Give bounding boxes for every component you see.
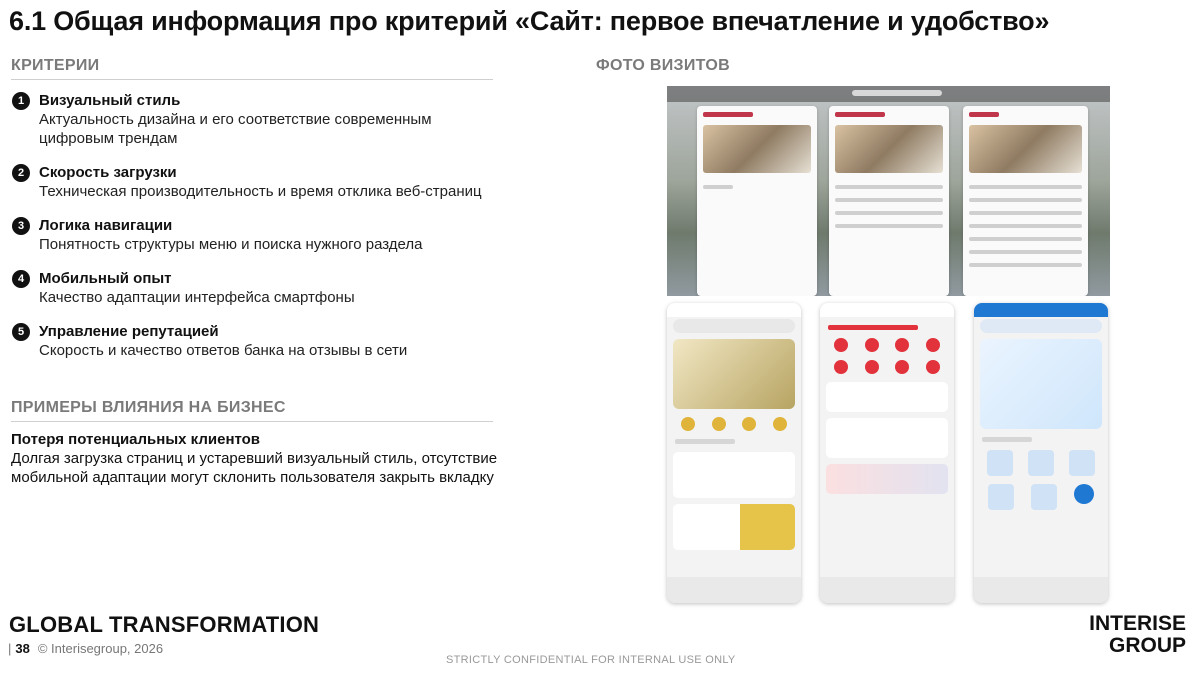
photos-heading: ФОТО ВИЗИТОВ	[596, 57, 730, 74]
criteria-desc: Актуальность дизайна и его соответствие …	[39, 111, 432, 147]
number-badge: 3	[12, 217, 30, 235]
criteria-name: Логика навигации	[39, 217, 173, 234]
criteria-desc: Качество адаптации интерфейса смартфоны	[39, 289, 355, 306]
page-title: 6.1 Общая информация про критерий «Сайт:…	[9, 6, 1050, 36]
criteria-item: 1 Визуальный стиль Актуальность дизайна и…	[12, 91, 502, 148]
confidential-note: STRICTLY CONFIDENTIAL FOR INTERNAL USE O…	[446, 654, 736, 666]
phone-visit-photo	[974, 303, 1108, 603]
number-badge: 1	[12, 92, 30, 110]
impact-block: Потеря потенциальных клиентов Долгая заг…	[11, 430, 511, 487]
number-badge: 4	[12, 270, 30, 288]
copyright: © Interisegroup, 2026	[37, 641, 164, 656]
criteria-desc: Техническая производительность и время о…	[39, 183, 482, 200]
phone-visit-photo	[820, 303, 954, 603]
criteria-name: Управление репутацией	[39, 323, 219, 340]
hero-banner	[673, 339, 795, 409]
website-card	[963, 106, 1088, 296]
criteria-item: 4 Мобильный опыт Качество адаптации интер…	[12, 269, 502, 307]
footer-brand: GLOBAL TRANSFORMATION	[9, 612, 320, 637]
company-logo: INTERISE GROUP	[1089, 612, 1186, 657]
criteria-desc: Понятность структуры меню и поиска нужно…	[39, 236, 423, 253]
footer-page-info: | 38 © Interisegroup, 2026	[8, 641, 164, 656]
website-card	[829, 106, 949, 296]
page-number: 38	[15, 641, 30, 656]
number-badge: 5	[12, 323, 30, 341]
hero-banner	[980, 339, 1102, 429]
impact-heading: ПРИМЕРЫ ВЛИЯНИЯ НА БИЗНЕС	[11, 399, 493, 422]
criteria-item: 5 Управление репутацией Скорость и качест…	[12, 322, 502, 360]
desktop-visit-photo	[667, 86, 1110, 296]
phone-visit-photo	[667, 303, 801, 603]
browser-bar	[667, 86, 1110, 102]
criteria-name: Скорость загрузки	[39, 164, 177, 181]
criteria-name: Мобильный опыт	[39, 270, 172, 287]
criteria-name: Визуальный стиль	[39, 92, 181, 109]
impact-desc: Долгая загрузка страниц и устаревший виз…	[11, 450, 498, 486]
website-card	[697, 106, 817, 296]
criteria-item: 2 Скорость загрузки Техническая производи…	[12, 163, 502, 201]
criteria-item: 3 Логика навигации Понятность структуры м…	[12, 216, 502, 254]
criteria-list: 1 Визуальный стиль Актуальность дизайна и…	[12, 91, 502, 375]
impact-name: Потеря потенциальных клиентов	[11, 431, 261, 448]
criteria-desc: Скорость и качество ответов банка на отз…	[39, 342, 408, 359]
number-badge: 2	[12, 164, 30, 182]
criteria-heading: КРИТЕРИИ	[11, 57, 493, 80]
